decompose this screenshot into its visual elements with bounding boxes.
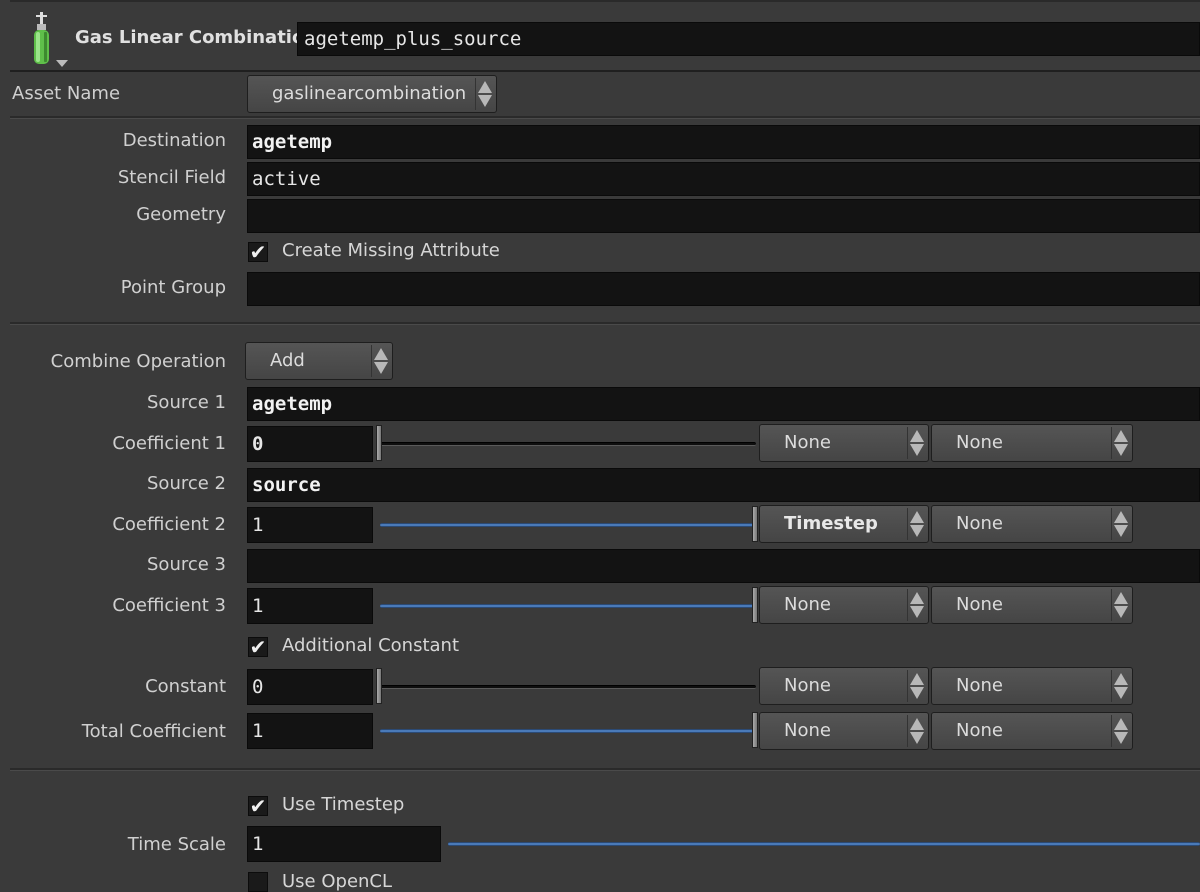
constant-slider-track[interactable] [380, 685, 756, 689]
menu-arrows-icon [1111, 508, 1130, 540]
asset-name-menu[interactable]: gaslinearcombination [247, 75, 497, 113]
coefficient3-menu-a-value: None [784, 594, 831, 615]
coefficient1-slider-handle[interactable] [376, 425, 382, 461]
check-icon: ✔ [249, 240, 267, 264]
coefficient3-menu-a[interactable]: None [759, 586, 929, 624]
constant-menu-a[interactable]: None [759, 667, 929, 705]
total-coefficient-field[interactable]: 1 [247, 713, 373, 749]
separator [10, 768, 1200, 771]
menu-arrows-icon [907, 670, 926, 702]
use-opencl-checkbox[interactable] [248, 872, 268, 892]
coefficient2-menu-b[interactable]: None [931, 505, 1133, 543]
menu-arrows-icon [907, 508, 926, 540]
destination-label: Destination [122, 130, 226, 151]
total-coefficient-menu-b-value: None [956, 720, 1003, 741]
use-timestep-label: Use Timestep [282, 794, 405, 815]
separator [10, 116, 1200, 119]
gas-tank-icon[interactable] [28, 10, 72, 70]
coefficient3-menu-b[interactable]: None [931, 586, 1133, 624]
menu-arrows-icon [1111, 589, 1130, 621]
coefficient2-menu-a-value: Timestep [784, 513, 878, 534]
total-coefficient-menu-b[interactable]: None [931, 712, 1133, 750]
combine-operation-value: Add [270, 350, 305, 371]
coefficient2-label: Coefficient 2 [112, 514, 226, 535]
constant-menu-a-value: None [784, 675, 831, 696]
coefficient3-slider-handle[interactable] [752, 587, 758, 623]
coefficient2-slider-track[interactable] [380, 523, 756, 527]
constant-slider-handle[interactable] [376, 668, 382, 704]
geometry-field[interactable] [247, 199, 1200, 233]
constant-menu-b[interactable]: None [931, 667, 1133, 705]
use-timestep-checkbox[interactable]: ✔ [248, 796, 268, 816]
coefficient1-menu-b[interactable]: None [931, 424, 1133, 462]
coefficient2-menu-a[interactable]: Timestep [759, 505, 929, 543]
stencil-field-input[interactable]: active [247, 162, 1200, 196]
time-scale-label: Time Scale [127, 834, 226, 855]
source3-field[interactable] [247, 549, 1200, 583]
node-name-field[interactable]: agetemp_plus_source [297, 22, 1200, 56]
time-scale-field[interactable]: 1 [247, 826, 441, 862]
total-coefficient-slider-track[interactable] [380, 729, 756, 733]
node-type-label: Gas Linear Combination [75, 27, 318, 48]
menu-arrows-icon [1111, 715, 1130, 747]
check-icon: ✔ [249, 635, 267, 659]
source1-field[interactable]: agetemp [247, 387, 1200, 421]
asset-name-label: Asset Name [12, 83, 121, 104]
destination-field[interactable]: agetemp [247, 125, 1200, 159]
time-scale-slider-track[interactable] [448, 842, 1200, 846]
additional-constant-checkbox[interactable]: ✔ [248, 637, 268, 657]
top-border [10, 0, 1200, 2]
point-group-label: Point Group [120, 277, 226, 298]
point-group-field[interactable] [247, 272, 1200, 306]
constant-field[interactable]: 0 [247, 669, 373, 705]
separator [10, 322, 1200, 325]
menu-arrows-icon [907, 589, 926, 621]
create-missing-checkbox[interactable]: ✔ [248, 242, 268, 262]
total-coefficient-menu-a[interactable]: None [759, 712, 929, 750]
coefficient3-slider-track[interactable] [380, 604, 756, 608]
coefficient2-field[interactable]: 1 [247, 507, 373, 543]
combine-operation-label: Combine Operation [50, 351, 226, 372]
source3-label: Source 3 [147, 554, 226, 575]
menu-arrows-icon [475, 78, 494, 110]
total-coefficient-label: Total Coefficient [81, 721, 226, 742]
menu-arrows-icon [1111, 670, 1130, 702]
combine-operation-menu[interactable]: Add [245, 342, 393, 380]
coefficient2-slider-handle[interactable] [752, 506, 758, 542]
menu-arrows-icon [371, 345, 390, 377]
total-coefficient-slider-handle[interactable] [752, 712, 758, 748]
constant-menu-b-value: None [956, 675, 1003, 696]
additional-constant-label: Additional Constant [282, 635, 460, 656]
coefficient1-slider-track[interactable] [380, 442, 756, 446]
coefficient2-menu-b-value: None [956, 513, 1003, 534]
geometry-label: Geometry [136, 204, 226, 225]
total-coefficient-menu-a-value: None [784, 720, 831, 741]
create-missing-label: Create Missing Attribute [282, 240, 500, 261]
coefficient3-field[interactable]: 1 [247, 588, 373, 624]
constant-label: Constant [145, 676, 226, 697]
coefficient3-menu-b-value: None [956, 594, 1003, 615]
coefficient1-menu-a-value: None [784, 432, 831, 453]
asset-name-value: gaslinearcombination [272, 83, 467, 104]
source1-label: Source 1 [147, 392, 226, 413]
coefficient1-menu-a[interactable]: None [759, 424, 929, 462]
coefficient3-label: Coefficient 3 [112, 595, 226, 616]
menu-arrows-icon [907, 715, 926, 747]
menu-arrows-icon [1111, 427, 1130, 459]
coefficient1-menu-b-value: None [956, 432, 1003, 453]
check-icon: ✔ [249, 794, 267, 818]
coefficient1-label: Coefficient 1 [112, 433, 226, 454]
coefficient1-field[interactable]: 0 [247, 426, 373, 462]
source2-field[interactable]: source [247, 468, 1200, 502]
menu-arrows-icon [907, 427, 926, 459]
stencil-field-label: Stencil Field [117, 167, 226, 188]
source2-label: Source 2 [147, 473, 226, 494]
